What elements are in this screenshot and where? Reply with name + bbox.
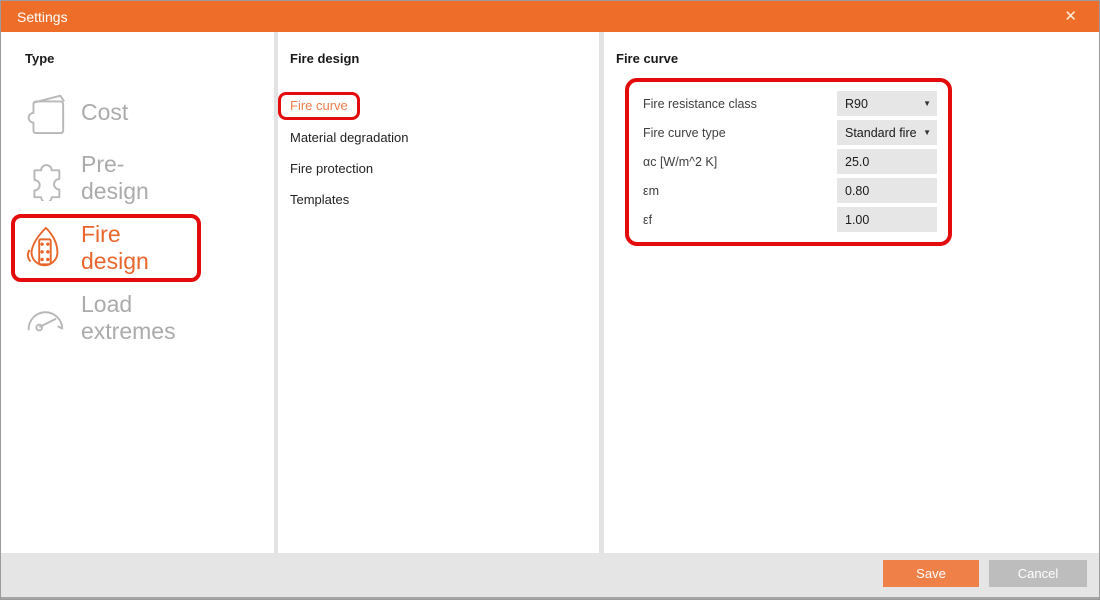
settings-dialog: Settings ✕ Type Cost Pre-design Fire des…: [0, 0, 1100, 600]
type-column: Type Cost Pre-design Fire design Load ex…: [1, 32, 278, 553]
field-label-epsilon-m: εm: [643, 183, 659, 198]
titlebar: Settings ✕: [1, 1, 1099, 32]
window-title: Settings: [17, 8, 68, 25]
field-label-fire-curve-type: Fire curve type: [643, 125, 726, 140]
menu-item-fire-curve[interactable]: Fire curve: [278, 92, 360, 120]
alpha-c-input[interactable]: 25.0: [837, 149, 937, 174]
fire-curve-panel: Fire curve Fire resistance class R90 ▼ F…: [604, 32, 1099, 553]
sidebar-item-label: Pre-design: [81, 151, 149, 204]
epsilon-m-input[interactable]: 0.80: [837, 178, 937, 203]
fire-curve-heading: Fire curve: [616, 51, 679, 66]
chevron-down-icon: ▼: [923, 99, 931, 108]
field-label-epsilon-f: εf: [643, 212, 653, 227]
sidebar-item-label: Fire design: [81, 221, 149, 274]
menu-item-fire-protection[interactable]: Fire protection: [290, 161, 373, 176]
type-heading: Type: [25, 51, 55, 66]
field-label-alpha-c: αc [W/m^2 K]: [643, 154, 718, 169]
content-area: Type Cost Pre-design Fire design Load ex…: [1, 32, 1099, 553]
close-icon[interactable]: ✕: [1058, 7, 1083, 26]
chevron-down-icon: ▼: [923, 128, 931, 137]
sidebar-item-pre-design[interactable]: Pre-design: [11, 144, 201, 212]
fire-resistance-class-select[interactable]: R90 ▼: [837, 91, 937, 116]
sidebar-item-fire-design[interactable]: Fire design: [11, 214, 201, 282]
fire-design-heading: Fire design: [290, 51, 360, 66]
sidebar-item-cost[interactable]: Cost: [11, 82, 201, 142]
sidebar-item-label: Cost: [81, 98, 129, 125]
dialog-footer: Save Cancel: [1, 553, 1099, 599]
sidebar-item-load-extremes[interactable]: Load extremes: [11, 284, 201, 352]
cancel-button[interactable]: Cancel: [989, 560, 1087, 587]
flame-column-icon: [21, 225, 67, 271]
gauge-icon: [21, 295, 67, 341]
menu-item-templates[interactable]: Templates: [290, 192, 349, 207]
epsilon-f-input[interactable]: 1.00: [837, 207, 937, 232]
save-button[interactable]: Save: [883, 560, 979, 587]
fire-curve-type-value: Standard fire: [845, 125, 917, 140]
fire-curve-type-select[interactable]: Standard fire ▼: [837, 120, 937, 145]
field-label-fire-resistance-class: Fire resistance class: [643, 96, 757, 111]
fire-resistance-class-value: R90: [845, 96, 868, 111]
sidebar-item-label: Load extremes: [81, 291, 176, 344]
wallet-icon: [21, 89, 67, 135]
fire-design-column: Fire design Fire curve Material degradat…: [278, 32, 604, 553]
menu-item-material-degradation[interactable]: Material degradation: [290, 130, 409, 145]
fire-curve-form: Fire resistance class R90 ▼ Fire curve t…: [625, 78, 952, 246]
puzzle-icon: [21, 155, 67, 201]
